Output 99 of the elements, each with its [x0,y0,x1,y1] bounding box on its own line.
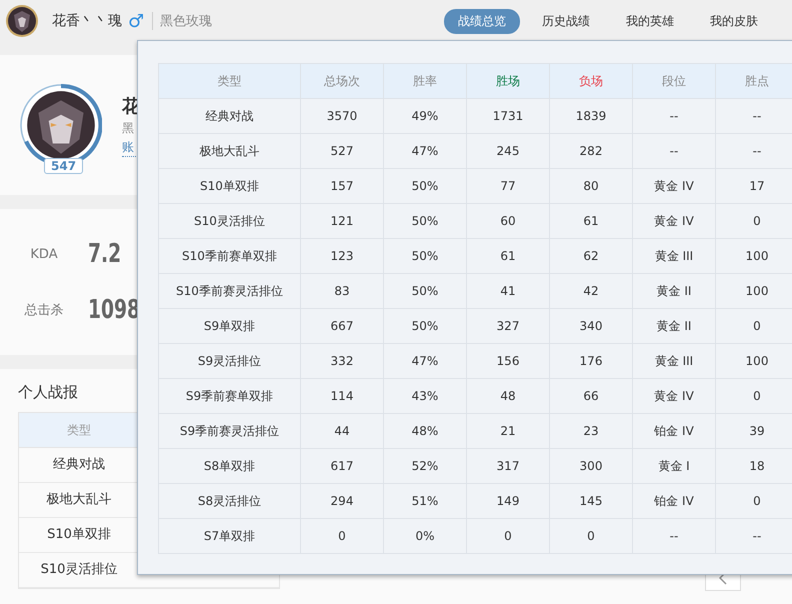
table-cell: 42 [550,274,632,308]
table-cell: 47% [384,134,466,168]
server-name: 黑 [122,120,135,136]
table-cell: S10灵活排位 [158,204,300,238]
table-cell: 50% [384,168,466,204]
table-cell: 铂金 IV [632,484,716,518]
table-cell: 3570 [300,98,384,134]
table-cell: 0% [384,518,466,554]
table-cell: 80 [550,168,632,204]
table-cell: 黄金 II [632,308,716,344]
table-cell: 黄金 IV [632,378,716,414]
table-cell: 48% [384,414,466,448]
table-cell: 50% [384,204,466,238]
table-cell: 黄金 II [632,274,716,308]
table-cell: 145 [550,484,632,518]
table-cell: -- [632,518,716,554]
stat-label: KDA [29,246,59,262]
table-cell: 121 [300,204,384,238]
table-cell: 黄金 I [632,448,716,484]
table-cell: 157 [300,168,384,204]
table-cell: 50% [384,238,466,274]
table-cell: 332 [300,344,384,378]
table-cell: S7单双排 [158,518,300,554]
table-cell: 62 [550,238,632,274]
table-cell: 黄金 III [632,238,716,274]
table-cell: 48 [466,378,550,414]
column-header: 胜率 [384,64,466,98]
table-cell: S10单双排 [158,168,300,204]
table-cell: 61 [550,204,632,238]
column-header: 胜场 [466,64,550,98]
level-badge: 547 [44,158,84,174]
table-cell: S8单双排 [158,448,300,484]
table-cell: S9灵活排位 [158,344,300,378]
table-cell: 61 [466,238,550,274]
table-cell: 51% [384,484,466,518]
column-header: 类型 [158,64,300,98]
table-cell: 340 [550,308,632,344]
table-cell: 327 [466,308,550,344]
table-cell: -- [632,134,716,168]
table-cell: 176 [550,344,632,378]
table-cell: 245 [466,134,550,168]
table-cell: S8灵活排位 [158,484,300,518]
table-cell: 149 [466,484,550,518]
table-cell: 47% [384,344,466,378]
table-cell: 60 [466,204,550,238]
table-cell: S10季前赛灵活排位 [158,274,300,308]
table-cell: 52% [384,448,466,484]
table-cell: 617 [300,448,384,484]
table-cell: 1839 [550,98,632,134]
stat-value: 1098 [88,295,140,325]
tab[interactable]: 我的英雄 [612,8,688,34]
table-cell: 黄金 III [632,344,716,378]
table-cell: 50% [384,308,466,344]
table-cell: 77 [466,168,550,204]
table-cell: 294 [300,484,384,518]
stat-value: 7.2 [88,239,122,269]
player-name: 花香丶丶瑰 [52,12,122,30]
table-cell: S9季前赛单双排 [158,378,300,414]
column-header: 胜点 [716,64,792,98]
column-header: 负场 [550,64,632,98]
table-cell: 经典对战 [158,98,300,134]
table-cell: 49% [384,98,466,134]
table-cell: 123 [300,238,384,274]
table-cell: 0 [550,518,632,554]
table-cell: 黄金 IV [632,204,716,238]
table-cell: 21 [466,414,550,448]
table-cell: S9单双排 [158,308,300,344]
table-cell: 极地大乱斗 [158,134,300,168]
server-name: 黑色玫瑰 [160,13,212,30]
table-cell: 43% [384,378,466,414]
tab[interactable]: 战绩总览 [444,8,520,34]
table-cell: 41 [466,274,550,308]
tab[interactable]: 历史战绩 [528,8,604,34]
gender-icon: ♂ [128,10,144,32]
table-cell: 50% [384,274,466,308]
table-cell: 527 [300,134,384,168]
table-cell: 23 [550,414,632,448]
table-cell: 44 [300,414,384,448]
table-cell: 1731 [466,98,550,134]
section-title: 个人战报 [18,383,78,402]
table-cell: 黄金 IV [632,168,716,204]
table-cell: S9季前赛灵活排位 [158,414,300,448]
table-cell: 铂金 IV [632,414,716,448]
table-cell: 0 [300,518,384,554]
table-cell: 156 [466,344,550,378]
table-cell: -- [632,98,716,134]
stat-label: 总击杀 [24,302,64,319]
table-cell: 282 [550,134,632,168]
table-cell: 83 [300,274,384,308]
table-cell: 317 [466,448,550,484]
table-cell: 300 [550,448,632,484]
table-cell: 0 [466,518,550,554]
table-cell: 66 [550,378,632,414]
column-header: 总场次 [300,64,384,98]
table-cell: S10季前赛单双排 [158,238,300,274]
table-cell: 667 [300,308,384,344]
table-cell: 114 [300,378,384,414]
column-header: 段位 [632,64,716,98]
tab[interactable]: 我的皮肤 [696,8,772,34]
